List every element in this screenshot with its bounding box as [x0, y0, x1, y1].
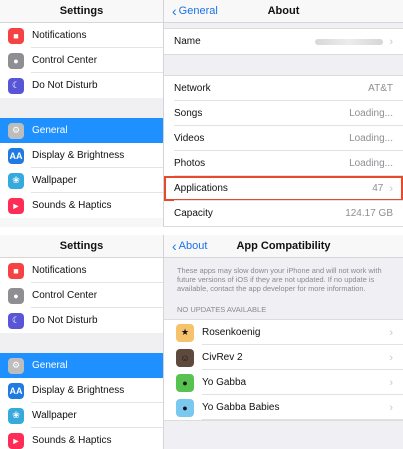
chevron-right-icon: › [389, 326, 393, 339]
sidebar-item-sounds-haptics[interactable]: ► Sounds & Haptics [0, 428, 163, 449]
speaker-icon: ► [8, 432, 24, 449]
control-center-icon: ● [8, 52, 24, 69]
sidebar-item-control-center[interactable]: ● Control Center [0, 48, 163, 73]
display-icon: AA [8, 382, 24, 399]
display-icon: AA [8, 147, 24, 164]
videos-row: Videos Loading... [164, 126, 403, 151]
chevron-left-icon: ‹ [172, 238, 177, 254]
about-screen: Settings ■ Notifications ● Control Cente… [0, 0, 403, 227]
sidebar-item-general[interactable]: ⚙ General [0, 118, 163, 143]
chevron-right-icon: › [389, 351, 393, 364]
chevron-right-icon: › [389, 182, 393, 195]
applications-row[interactable]: Applications 47 › [164, 176, 403, 201]
list-item[interactable]: ★ Rosenkoenig › [164, 320, 403, 345]
sidebar-item-control-center[interactable]: ● Control Center [0, 283, 163, 308]
sidebar-item-wallpaper[interactable]: ❀ Wallpaper [0, 168, 163, 193]
control-center-icon: ● [8, 287, 24, 304]
wallpaper-icon: ❀ [8, 172, 24, 189]
gear-icon: ⚙ [8, 122, 24, 139]
chevron-right-icon: › [389, 401, 393, 414]
back-button-general[interactable]: ‹ General [172, 0, 218, 22]
songs-row: Songs Loading... [164, 101, 403, 126]
chevron-right-icon: › [389, 35, 393, 48]
name-row[interactable]: Name › [164, 29, 403, 54]
compatibility-description: These apps may slow down your iPhone and… [177, 266, 382, 293]
sidebar-item-general[interactable]: ⚙ General [0, 353, 163, 378]
moon-icon: ☾ [8, 312, 24, 329]
list-item[interactable]: ● Yo Gabba Babies › [164, 395, 403, 420]
app-compatibility-main: ‹ About App Compatibility These apps may… [164, 235, 403, 449]
sidebar-item-do-not-disturb[interactable]: ☾ Do Not Disturb [0, 73, 163, 98]
about-navbar: ‹ General About [164, 0, 403, 23]
about-info-group: Network AT&T Songs Loading... Videos Loa… [164, 75, 403, 227]
capacity-row: Capacity 124.17 GB [164, 201, 403, 226]
app-icon: ★ [176, 323, 194, 342]
moon-icon: ☾ [8, 77, 24, 94]
app-icon: ☺ [176, 348, 194, 367]
chevron-left-icon: ‹ [172, 3, 177, 19]
network-row: Network AT&T [164, 76, 403, 101]
screenshot: Settings ■ Notifications ● Control Cente… [0, 0, 403, 449]
sidebar-title: Settings [0, 235, 163, 258]
chevron-right-icon: › [389, 376, 393, 389]
page-title: App Compatibility [236, 240, 331, 252]
gear-icon: ⚙ [8, 357, 24, 374]
sidebar-item-do-not-disturb[interactable]: ☾ Do Not Disturb [0, 308, 163, 333]
sidebar-item-sounds-haptics[interactable]: ► Sounds & Haptics [0, 193, 163, 218]
notifications-icon: ■ [8, 27, 24, 44]
about-main: ‹ General About Name › Network AT&T Song… [164, 0, 403, 227]
sidebar-item-notifications[interactable]: ■ Notifications [0, 23, 163, 48]
sidebar-title: Settings [0, 0, 163, 23]
name-group: Name › [164, 28, 403, 55]
notifications-icon: ■ [8, 262, 24, 279]
back-button-about[interactable]: ‹ About [172, 235, 207, 257]
apps-list: ★ Rosenkoenig › ☺ CivRev 2 › ● Yo Gabba … [164, 319, 403, 421]
app-compatibility-navbar: ‹ About App Compatibility [164, 235, 403, 258]
list-item[interactable]: ● Yo Gabba › [164, 370, 403, 395]
section-header: NO UPDATES AVAILABLE [177, 305, 267, 314]
settings-sidebar: Settings ■ Notifications ● Control Cente… [0, 235, 164, 449]
speaker-icon: ► [8, 197, 24, 214]
list-item[interactable]: ☺ CivRev 2 › [164, 345, 403, 370]
sidebar-item-display-brightness[interactable]: AA Display & Brightness [0, 143, 163, 168]
photos-row: Photos Loading... [164, 151, 403, 176]
sidebar-item-notifications[interactable]: ■ Notifications [0, 258, 163, 283]
app-icon: ● [176, 398, 194, 417]
app-compatibility-screen: Settings ■ Notifications ● Control Cente… [0, 235, 403, 449]
sidebar-item-display-brightness[interactable]: AA Display & Brightness [0, 378, 163, 403]
app-icon: ● [176, 373, 194, 392]
sidebar-item-wallpaper[interactable]: ❀ Wallpaper [0, 403, 163, 428]
blurred-device-name [315, 38, 384, 45]
settings-sidebar: Settings ■ Notifications ● Control Cente… [0, 0, 164, 227]
page-title: About [267, 5, 300, 17]
wallpaper-icon: ❀ [8, 407, 24, 424]
